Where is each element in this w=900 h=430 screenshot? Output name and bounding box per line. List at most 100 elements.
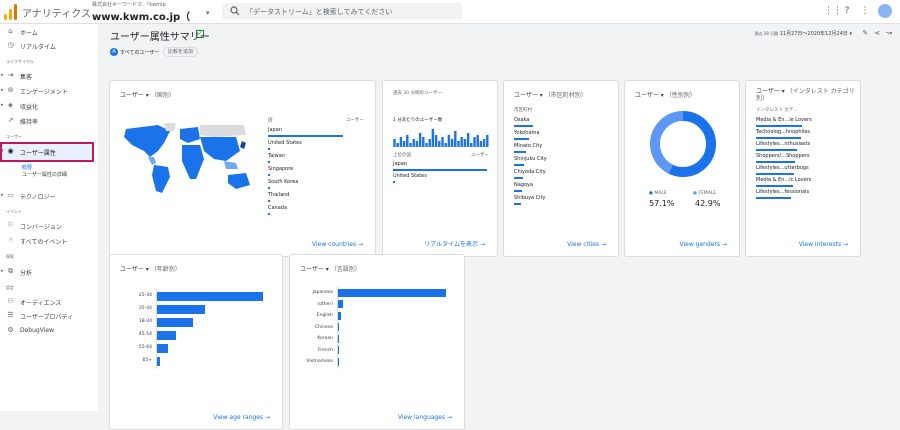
column-header-country: 国 bbox=[268, 118, 273, 123]
analytics-logo-icon[interactable] bbox=[4, 4, 18, 20]
bar[interactable] bbox=[157, 291, 263, 301]
property-name[interactable]: www.kwm.co.jp（ bbox=[92, 8, 190, 23]
map-russia bbox=[200, 125, 246, 137]
date-range-prefix: 過去 28 日間 bbox=[754, 31, 779, 36]
sidebar-item-monetization[interactable]: ▸ ◈ 収益化 bbox=[0, 100, 98, 112]
chevron-down-icon[interactable]: ▾ bbox=[206, 9, 210, 17]
sidebar-subitem-demographic-details[interactable]: ユーザー属性の詳細 bbox=[22, 172, 92, 178]
tick-label: 65+ bbox=[142, 358, 153, 363]
card-title[interactable]: ユーザー ▾ （性別別） bbox=[635, 90, 696, 99]
list-value-bar bbox=[268, 187, 270, 189]
realtime-card: 過去 30 分間のユーザー 1 分あたりのユーザー数 上位の国 ユーザー リアル… bbox=[382, 80, 498, 257]
card-title[interactable]: ユーザー ▾ （言語別） bbox=[300, 264, 361, 273]
list-item[interactable]: Lifestyles...fessionals bbox=[756, 189, 809, 195]
sidebar-item-analysis[interactable]: ▸ ⧉ 分析 bbox=[0, 266, 98, 278]
list-item[interactable]: Singapore bbox=[268, 166, 293, 172]
segment-chip-all-users[interactable]: A すべてのユーザー bbox=[110, 47, 159, 57]
sidebar-item-demographics[interactable]: ▾ ◉ ユーザー属性 bbox=[0, 146, 98, 158]
date-range-picker[interactable]: 過去 28 日間 11月27日～2020年12月24日 ▾ bbox=[754, 30, 852, 37]
list-item[interactable]: Taiwan bbox=[268, 153, 285, 159]
list-item[interactable]: Canada bbox=[268, 205, 287, 211]
list-item[interactable]: United States bbox=[393, 173, 427, 179]
list-item[interactable]: Technolog...hnophiles bbox=[756, 129, 810, 135]
card-title[interactable]: ユーザー ▾ （市区町村別） bbox=[514, 90, 587, 99]
share-icon[interactable]: ⋖ bbox=[874, 29, 880, 37]
sidebar-item-retention[interactable]: ↗ 維持率 bbox=[0, 115, 98, 127]
sidebar-item-home[interactable]: ⌂ ホーム bbox=[0, 26, 98, 38]
bar[interactable] bbox=[338, 334, 340, 343]
view-languages-link[interactable]: View languages → bbox=[398, 414, 452, 421]
card-title[interactable]: ユーザー ▾ （インタレスト カテゴリ別） bbox=[756, 88, 856, 102]
sidebar-item-all-events[interactable]: ☝ すべてのイベント bbox=[0, 235, 98, 247]
sidebar-item-debugview[interactable]: ⚙ DebugView bbox=[0, 325, 98, 337]
edit-report-icon[interactable]: ✎ bbox=[862, 29, 868, 37]
list-item[interactable]: Nagoya bbox=[514, 182, 533, 188]
apps-grid-icon[interactable]: ⋮⋮ bbox=[824, 6, 842, 16]
sidebar: ⌂ ホーム ◷ リアルタイム ライフサイクル ▸ ⇥ 集客 ▸ ⊚ エンゲージメント ▸ ◈ 収… bbox=[0, 24, 98, 411]
bar[interactable] bbox=[338, 300, 344, 308]
insights-icon[interactable]: ↝ bbox=[886, 29, 892, 37]
sidebar-item-technology[interactable]: ▸ ▭ テクノロジー bbox=[0, 190, 98, 202]
realtime-minute-bar bbox=[412, 139, 415, 147]
tick-label: English bbox=[316, 313, 333, 318]
list-item[interactable]: Media & En...ic Lovers bbox=[756, 177, 811, 183]
list-item[interactable]: Osaka bbox=[514, 117, 529, 123]
list-value-bar bbox=[514, 203, 521, 205]
account-name[interactable]: 株式会社キーワードマ、『kwmip bbox=[92, 1, 212, 8]
list-value-bar bbox=[393, 181, 395, 183]
list-item[interactable]: Lifestyles...utterbugs bbox=[756, 165, 809, 171]
list-item[interactable]: Media & En...ie Lovers bbox=[756, 117, 812, 123]
bar[interactable] bbox=[338, 323, 340, 331]
avatar[interactable] bbox=[878, 4, 892, 18]
view-cities-link[interactable]: View cities → bbox=[567, 241, 606, 248]
realtime-minute-bar bbox=[476, 135, 479, 147]
sidebar-item-user-properties[interactable]: ☰ ユーザープロパティ bbox=[0, 310, 98, 322]
list-item[interactable]: Thailand bbox=[268, 192, 289, 198]
card-title[interactable]: ユーザー ▾ （年齢別） bbox=[120, 264, 181, 273]
bar[interactable] bbox=[157, 356, 161, 366]
list-item[interactable]: Yokohama bbox=[514, 130, 539, 136]
list-item[interactable]: Lifestyles...nthusiasts bbox=[756, 141, 810, 147]
bar[interactable] bbox=[338, 357, 340, 366]
list-item[interactable]: Shinjuku City bbox=[514, 156, 547, 162]
bar[interactable] bbox=[338, 311, 342, 320]
view-countries-link[interactable]: View countries → bbox=[312, 241, 363, 248]
search-input[interactable]: 「データストリーム」と検索してみてください bbox=[246, 7, 392, 17]
card-title[interactable]: ユーザー ▾ （国別） bbox=[120, 90, 175, 99]
view-age-ranges-link[interactable]: View age ranges → bbox=[213, 414, 270, 421]
sidebar-subitem-overview[interactable]: 概要 bbox=[22, 164, 32, 171]
view-genders-link[interactable]: View genders → bbox=[680, 241, 727, 248]
sidebar-item-audiences[interactable]: ⚇ オーディエンス bbox=[0, 296, 98, 308]
add-comparison-button[interactable]: 比較を追加 bbox=[163, 47, 199, 57]
bar[interactable] bbox=[338, 288, 446, 297]
list-value-bar bbox=[268, 174, 270, 176]
sidebar-item-engagement[interactable]: ▸ ⊚ エンゲージメント bbox=[0, 85, 98, 97]
view-realtime-link[interactable]: リアルタイムを表示 → bbox=[424, 239, 485, 248]
list-item[interactable]: South Korea bbox=[268, 179, 298, 185]
more-vert-icon[interactable]: ⋮ bbox=[860, 6, 870, 16]
list-item[interactable]: Japan bbox=[393, 161, 407, 167]
sidebar-item-realtime[interactable]: ◷ リアルタイム bbox=[0, 40, 98, 52]
view-interests-link[interactable]: View interests → bbox=[799, 241, 848, 248]
list-item[interactable]: Minato City bbox=[514, 143, 542, 149]
bar[interactable] bbox=[157, 317, 194, 327]
list-value-bar bbox=[268, 161, 270, 163]
tick-label: 55-64 bbox=[138, 345, 152, 350]
list-item[interactable]: United States bbox=[268, 140, 302, 146]
list-item[interactable]: Shoppers/...Shoppers bbox=[756, 153, 809, 159]
list-item[interactable]: Shibuya City bbox=[514, 195, 546, 201]
bar[interactable] bbox=[157, 330, 177, 340]
check-icon[interactable]: ✓ bbox=[196, 30, 204, 38]
realtime-minute-bar bbox=[406, 135, 409, 147]
search-bar[interactable]: 「データストリーム」と検索してみてください bbox=[222, 3, 462, 20]
list-item[interactable]: Japan bbox=[268, 127, 282, 133]
bar[interactable] bbox=[157, 304, 205, 314]
bar[interactable] bbox=[157, 343, 168, 353]
list-item[interactable]: Chiyoda City bbox=[514, 169, 546, 175]
bar[interactable] bbox=[338, 346, 340, 354]
sidebar-item-conversions[interactable]: ⚐ コンバージョン bbox=[0, 220, 98, 232]
column-header-users[interactable]: ユーザー bbox=[346, 117, 364, 123]
list-value-bar bbox=[393, 169, 487, 171]
sidebar-item-acquisition[interactable]: ▸ ⇥ 集客 bbox=[0, 70, 98, 82]
help-icon[interactable]: ? bbox=[842, 6, 852, 16]
